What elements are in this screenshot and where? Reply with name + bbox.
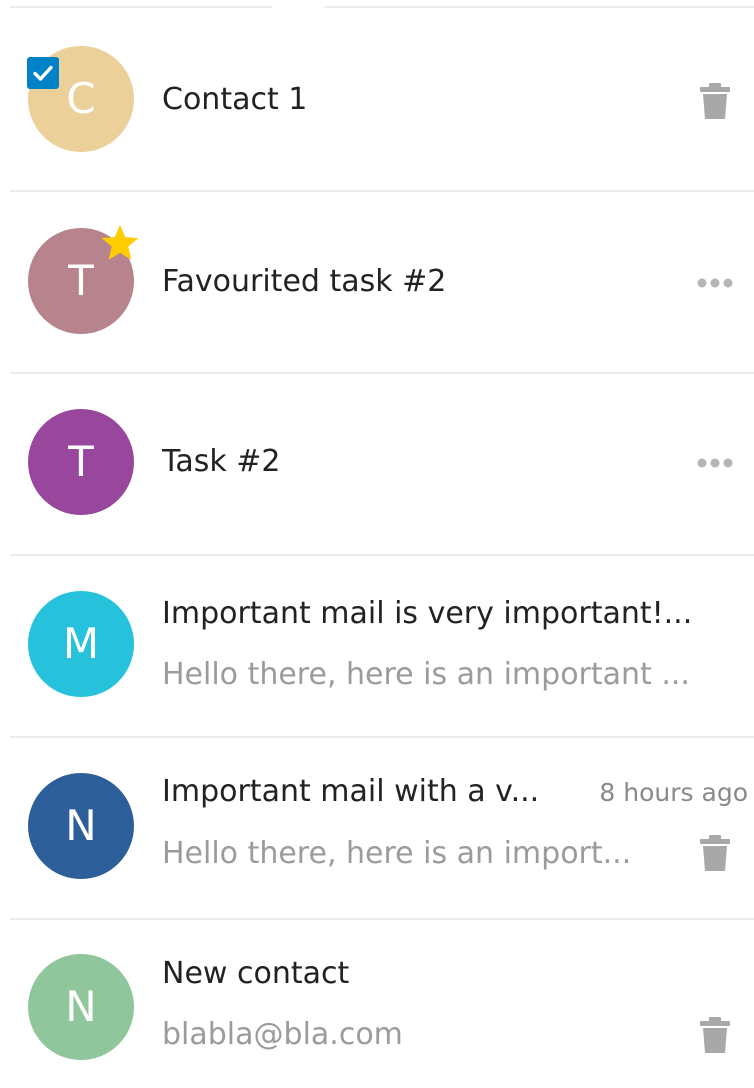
list-item-important-mail-2[interactable]: N Important mail with a v... 8 hours ago… bbox=[0, 738, 754, 920]
trash-icon bbox=[700, 1017, 730, 1053]
item-title: Important mail with a v... bbox=[162, 774, 540, 809]
item-timestamp: 8 hours ago bbox=[599, 778, 748, 807]
more-icon bbox=[697, 458, 733, 468]
list-item-task-2[interactable]: T Task #2 bbox=[0, 374, 754, 556]
item-subtitle: Hello there, here is an import... bbox=[162, 836, 632, 871]
item-list: C Contact 1 T Favourited task #2 T Task … bbox=[0, 0, 754, 1088]
item-title: Favourited task #2 bbox=[162, 264, 447, 299]
avatar: T bbox=[28, 409, 134, 515]
more-icon bbox=[697, 278, 733, 288]
list-item-important-mail[interactable]: M Important mail is very important!... H… bbox=[0, 556, 754, 738]
item-title: Task #2 bbox=[162, 444, 281, 479]
list-item-new-contact[interactable]: N New contact blabla@bla.com bbox=[0, 920, 754, 1088]
item-title: New contact bbox=[162, 956, 350, 991]
top-divider-right bbox=[324, 6, 754, 8]
select-checkbox[interactable] bbox=[27, 57, 59, 89]
delete-button[interactable] bbox=[694, 1014, 736, 1056]
list-item-contact-1[interactable]: C Contact 1 bbox=[0, 10, 754, 192]
item-title: Contact 1 bbox=[162, 82, 308, 117]
avatar: N bbox=[28, 773, 134, 879]
check-icon bbox=[33, 65, 53, 81]
item-title: Important mail is very important!... bbox=[162, 596, 693, 631]
item-subtitle: Hello there, here is an important ... bbox=[162, 657, 690, 692]
more-options-button[interactable] bbox=[694, 262, 736, 304]
trash-icon bbox=[700, 835, 730, 871]
favorite-star-icon bbox=[101, 224, 139, 260]
top-divider-left bbox=[10, 6, 272, 8]
delete-button[interactable] bbox=[694, 832, 736, 874]
item-subtitle: blabla@bla.com bbox=[162, 1017, 403, 1052]
avatar: M bbox=[28, 591, 134, 697]
more-options-button[interactable] bbox=[694, 442, 736, 484]
list-item-favourited-task[interactable]: T Favourited task #2 bbox=[0, 192, 754, 374]
delete-button[interactable] bbox=[694, 80, 736, 122]
trash-icon bbox=[700, 83, 730, 119]
avatar: N bbox=[28, 954, 134, 1060]
